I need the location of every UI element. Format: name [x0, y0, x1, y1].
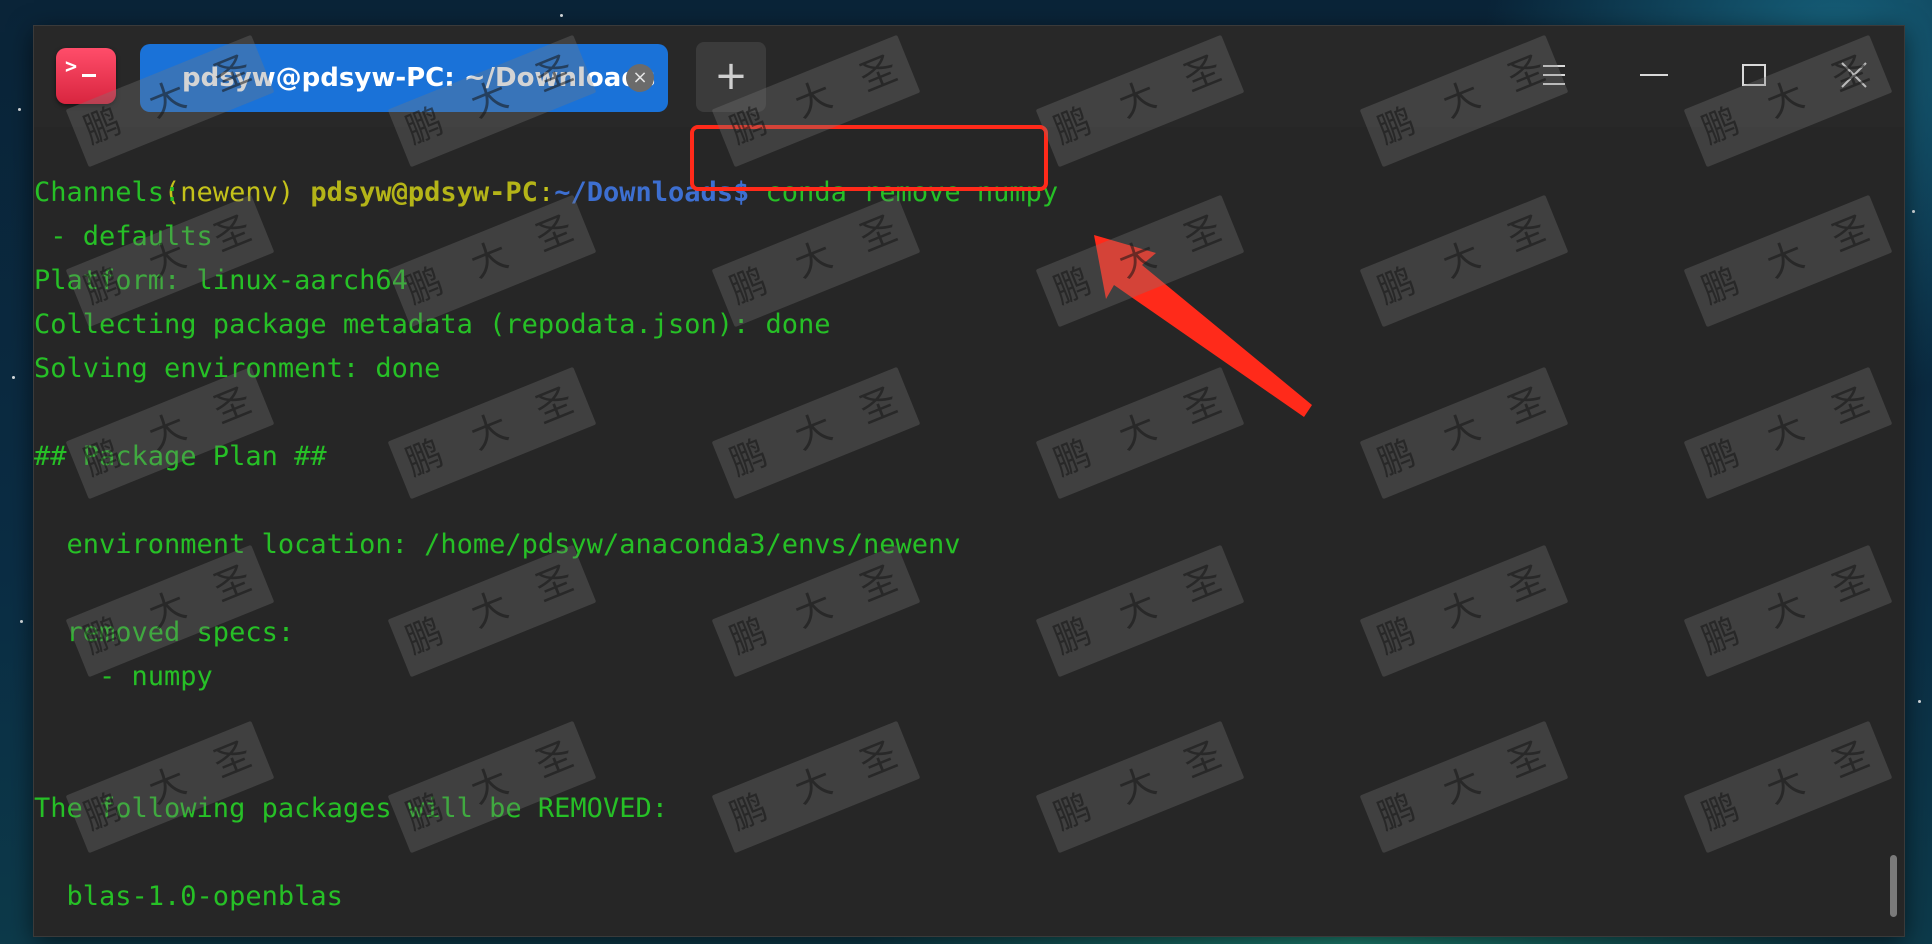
output-line: blas-1.0-openblas	[34, 881, 343, 912]
terminal-window: > pdsyw@pdsyw-PC: ~/Downloads × + (newen…	[34, 26, 1904, 936]
star-decoration	[560, 14, 563, 17]
prompt-chevron-glyph: >	[65, 54, 78, 78]
new-tab-button[interactable]: +	[696, 42, 766, 112]
output-line: Platform: linux-aarch64	[34, 265, 408, 296]
output-line: removed specs:	[34, 617, 295, 648]
minimize-icon[interactable]	[1631, 52, 1677, 98]
tab-active[interactable]: pdsyw@pdsyw-PC: ~/Downloads ×	[140, 44, 668, 112]
desktop-background: > pdsyw@pdsyw-PC: ~/Downloads × + (newen…	[0, 0, 1932, 944]
title-bar: > pdsyw@pdsyw-PC: ~/Downloads × +	[34, 26, 1904, 127]
terminal-output[interactable]: (newenv) pdsyw@pdsyw-PC:~/Downloads$ con…	[34, 125, 1904, 936]
maximize-icon[interactable]	[1731, 52, 1777, 98]
tab-title: pdsyw@pdsyw-PC: ~/Downloads	[182, 63, 656, 93]
output-line: - defaults	[34, 221, 213, 252]
prompt-userhost: pdsyw@pdsyw-PC	[310, 177, 538, 208]
output-line: Channels:	[34, 177, 181, 208]
star-decoration	[18, 108, 21, 111]
output-line: ## Package Plan ##	[34, 441, 327, 472]
output-line: - numpy	[34, 661, 213, 692]
output-line: Solving environment: done	[34, 353, 441, 384]
red-arrow-icon	[1094, 235, 1312, 417]
close-icon[interactable]	[1831, 52, 1877, 98]
output-line: Collecting package metadata (repodata.js…	[34, 309, 831, 340]
output-line: The following packages will be REMOVED:	[34, 793, 668, 824]
terminal-icon[interactable]: >	[56, 48, 116, 104]
star-decoration	[20, 620, 23, 623]
tab-close-button[interactable]: ×	[626, 64, 654, 92]
star-decoration	[1918, 700, 1921, 703]
command-highlight-box	[690, 125, 1048, 191]
scrollbar-thumb[interactable]	[1890, 855, 1897, 917]
prompt-venv: (newenv)	[164, 177, 295, 208]
star-decoration	[1912, 210, 1915, 213]
star-decoration	[12, 376, 15, 379]
output-line: environment location: /home/pdsyw/anacon…	[34, 529, 961, 560]
prompt-underscore-glyph	[82, 74, 96, 77]
hamburger-menu-icon[interactable]	[1531, 52, 1577, 98]
prompt-colon: :	[537, 177, 555, 208]
